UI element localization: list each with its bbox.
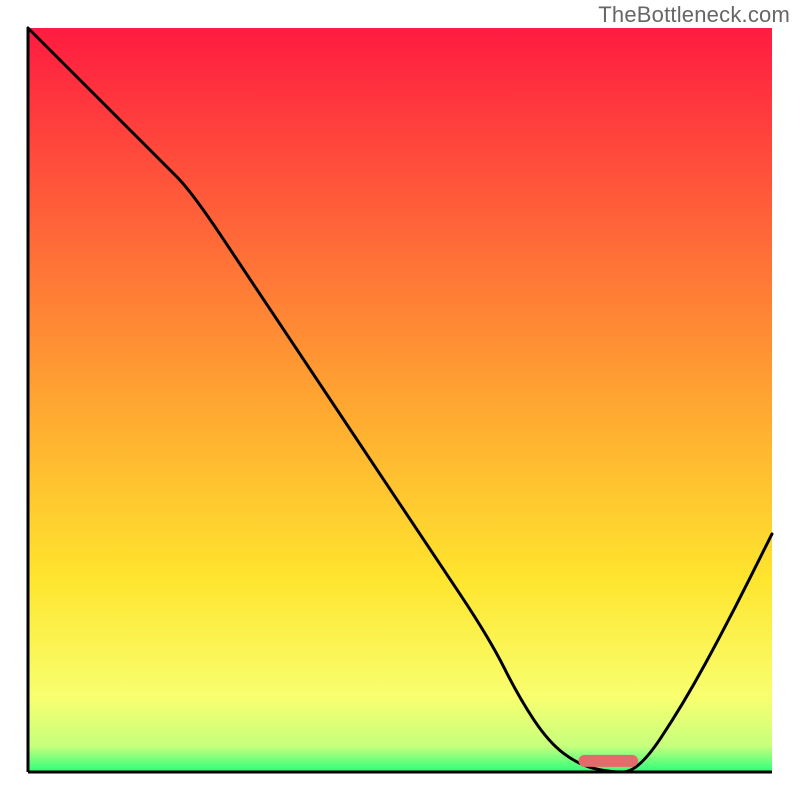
- plot-area: [28, 28, 772, 772]
- watermark-text: TheBottleneck.com: [598, 2, 790, 28]
- optimal-range-marker: [579, 755, 639, 767]
- chart-container: TheBottleneck.com: [0, 0, 800, 800]
- chart-svg: [0, 0, 800, 800]
